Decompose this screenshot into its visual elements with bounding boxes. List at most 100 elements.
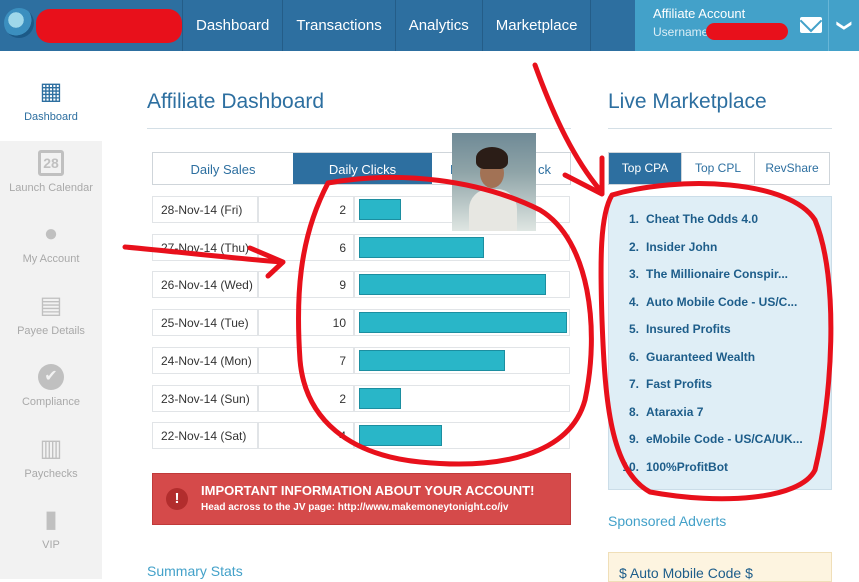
list-item-rank: 2.: [628, 240, 639, 254]
sidebar-item-vip[interactable]: ▮ VIP: [0, 498, 102, 569]
sidebar-item-launch-calendar[interactable]: 28 Launch Calendar: [0, 141, 102, 212]
stats-tabs: Daily Sales Daily Clicks E: [152, 152, 459, 185]
row-clicks-value: 10: [258, 309, 354, 336]
row-bar-cell: [354, 422, 570, 449]
row-clicks-value: 9: [258, 271, 354, 298]
account-title: Affiliate Account: [653, 6, 746, 21]
marketplace-list-item[interactable]: 6. Guaranteed Wealth: [609, 350, 833, 370]
list-item-rank: 1.: [628, 212, 639, 226]
list-item-name: Auto Mobile Code - US/C...: [646, 295, 798, 309]
top-navbar: Dashboard Transactions Analytics Marketp…: [0, 0, 859, 51]
sidebar-item-label: Launch Calendar: [9, 182, 93, 194]
marketplace-list-item[interactable]: 5. Insured Profits: [609, 322, 833, 342]
list-item-name: eMobile Code - US/CA/UK...: [646, 432, 803, 446]
username-redaction: [706, 23, 788, 40]
checkmark-icon: ✔: [38, 364, 64, 390]
row-bar-cell: [354, 309, 570, 336]
row-clicks-bar: [359, 312, 567, 333]
nav-marketplace[interactable]: Marketplace: [483, 0, 592, 51]
row-date: 23-Nov-14 (Sun): [152, 385, 258, 412]
sidebar-item-payee-details[interactable]: ▤ Payee Details: [0, 284, 102, 355]
marketplace-list-item[interactable]: 9. eMobile Code - US/CA/UK...: [609, 432, 833, 452]
calendar-icon: 28: [38, 150, 64, 176]
marketplace-list-item[interactable]: 3. The Millionaire Conspir...: [609, 267, 833, 287]
sidebar-item-label: Compliance: [21, 396, 81, 408]
document-icon: ▤: [39, 292, 63, 319]
table-row: 22-Nov-14 (Sat) 4: [152, 422, 570, 449]
sidebar: ▦ Dashboard 28 Launch Calendar ● My Acco…: [0, 70, 102, 579]
list-item-rank: 10.: [622, 460, 639, 474]
chevron-glyph: ❯: [835, 19, 853, 32]
table-row: 23-Nov-14 (Sun) 2: [152, 385, 570, 412]
alert-icon: !: [166, 488, 188, 510]
table-row: 24-Nov-14 (Mon) 7: [152, 347, 570, 374]
list-item-rank: 9.: [628, 432, 639, 446]
row-clicks-bar: [359, 388, 401, 409]
marketplace-divider: [608, 128, 832, 129]
photo-hair: [476, 147, 508, 169]
row-clicks-bar: [359, 274, 546, 295]
row-date: 28-Nov-14 (Fri): [152, 196, 258, 223]
sidebar-item-compliance[interactable]: ✔ Compliance: [0, 355, 102, 426]
table-row: 26-Nov-14 (Wed) 9: [152, 271, 570, 298]
account-panel[interactable]: Affiliate Account Username ❯: [635, 0, 859, 51]
row-clicks-bar: [359, 350, 505, 371]
list-item-name: Cheat The Odds 4.0: [646, 212, 759, 226]
marketplace-list-item[interactable]: 10. 100%ProfitBot: [609, 460, 833, 480]
tab-daily-clicks[interactable]: Daily Clicks: [293, 153, 432, 184]
nav-analytics[interactable]: Analytics: [396, 0, 483, 51]
sponsored-ad[interactable]: $ Auto Mobile Code $: [608, 552, 832, 582]
sidebar-item-label: Dashboard: [24, 111, 78, 123]
row-clicks-bar: [359, 199, 401, 220]
tab-top-cpl[interactable]: Top CPL: [682, 153, 755, 184]
sidebar-item-my-account[interactable]: ● My Account: [0, 212, 102, 283]
tab-partial-right[interactable]: ck: [536, 152, 571, 185]
row-date: 27-Nov-14 (Thu): [152, 234, 258, 261]
row-bar-cell: [354, 234, 570, 261]
list-item-rank: 8.: [628, 405, 639, 419]
sidebar-item-dashboard[interactable]: ▦ Dashboard: [0, 70, 102, 141]
nav-transactions[interactable]: Transactions: [283, 0, 396, 51]
list-item-name: Fast Profits: [646, 377, 713, 391]
list-item-rank: 7.: [628, 377, 639, 391]
list-item-name: Insider John: [646, 240, 718, 254]
marketplace-list-item[interactable]: 7. Fast Profits: [609, 377, 833, 397]
sidebar-item-label: Paychecks: [24, 468, 78, 480]
list-item-name: Guaranteed Wealth: [646, 350, 756, 364]
table-row: 25-Nov-14 (Tue) 10: [152, 309, 570, 336]
row-clicks-bar: [359, 237, 484, 258]
sidebar-item-label: My Account: [22, 253, 80, 265]
person-photo: [452, 133, 536, 231]
summary-stats-heading: Summary Stats: [147, 563, 243, 579]
tab-top-cpa[interactable]: Top CPA: [609, 153, 682, 184]
sidebar-item-paychecks[interactable]: ▥ Paychecks: [0, 427, 102, 498]
dashboard-title: Affiliate Dashboard: [147, 90, 325, 113]
row-bar-cell: [354, 271, 570, 298]
row-bar-cell: [354, 385, 570, 412]
list-item-name: Insured Profits: [646, 322, 731, 336]
account-alert-banner[interactable]: ! IMPORTANT INFORMATION ABOUT YOUR ACCOU…: [152, 473, 571, 525]
row-clicks-value: 7: [258, 347, 354, 374]
row-clicks-value: 6: [258, 234, 354, 261]
tab-revshare[interactable]: RevShare: [755, 153, 829, 184]
chevron-down-icon[interactable]: ❯: [828, 0, 859, 51]
user-icon: ●: [43, 220, 59, 247]
row-date: 22-Nov-14 (Sat): [152, 422, 258, 449]
alert-subtitle: Head across to the JV page: http://www.m…: [201, 502, 509, 513]
marketplace-list-item[interactable]: 8. Ataraxia 7: [609, 405, 833, 425]
tab-partial[interactable]: E: [432, 153, 459, 184]
account-username: Username: [653, 25, 709, 39]
tab-daily-sales[interactable]: Daily Sales: [153, 153, 293, 184]
row-date: 24-Nov-14 (Mon): [152, 347, 258, 374]
row-date: 26-Nov-14 (Wed): [152, 271, 258, 298]
marketplace-list-item[interactable]: 4. Auto Mobile Code - US/C...: [609, 295, 833, 315]
marketplace-list-item[interactable]: 1. Cheat The Odds 4.0: [609, 212, 833, 232]
marketplace-list-item[interactable]: 2. Insider John: [609, 240, 833, 260]
row-bar-cell: [354, 347, 570, 374]
sidebar-item-label: VIP: [42, 539, 60, 551]
row-clicks-value: 4: [258, 422, 354, 449]
nav-dashboard[interactable]: Dashboard: [182, 0, 284, 51]
grid-icon: ▦: [39, 78, 63, 105]
marketplace-title: Live Marketplace: [608, 90, 767, 113]
logo-icon[interactable]: [4, 8, 34, 38]
